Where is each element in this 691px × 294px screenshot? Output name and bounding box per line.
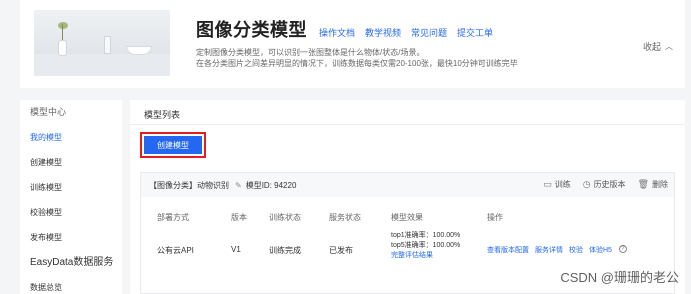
main-panel: 模型列表 创建模型 【图像分类】 动物识别 ✎ 模型ID: 94220 ▭ 训练…	[130, 100, 685, 294]
model-name: 动物识别	[197, 180, 229, 190]
chevron-up-icon: ︿	[665, 42, 673, 51]
model-type-tag: 【图像分类】	[149, 180, 197, 190]
header-banner: 图像分类模型 操作文档 教学视频 常见问题 提交工单 定制图像分类模型，可以识别…	[20, 0, 685, 88]
column-header-service-status: 服务状态	[329, 213, 361, 222]
train-action[interactable]: ▭ 训练	[543, 179, 571, 190]
watermark: CSDN @珊珊的老公	[560, 270, 679, 285]
delete-label: 删除	[652, 180, 668, 189]
train-icon: ▭	[543, 179, 552, 189]
column-header-ops: 操作	[487, 213, 503, 222]
banner-image	[34, 10, 170, 76]
sidebar-item-validate-model[interactable]: 校验模型	[20, 200, 122, 225]
history-action[interactable]: ◷ 历史版本	[583, 179, 626, 190]
sidebar-item-create-model[interactable]: 创建模型	[20, 150, 122, 175]
edit-icon[interactable]: ✎	[235, 181, 242, 190]
sidebar-item-publish-model[interactable]: 发布模型	[20, 225, 122, 250]
column-header-deploy: 部署方式	[157, 213, 189, 222]
link-faq[interactable]: 常见问题	[411, 26, 447, 39]
desc-line-2: 在各分类图片之间差异明显的情况下，训练数据每类仅需20-100张，最快10分钟可…	[196, 59, 518, 68]
divider	[130, 124, 685, 125]
cell-ops: 查看版本配置 服务详情 校验 体验H5 ?	[487, 245, 627, 255]
validate-link[interactable]: 校验	[569, 245, 583, 255]
train-label: 训练	[554, 180, 571, 189]
sidebar-item-my-models[interactable]: 我的模型	[20, 125, 122, 150]
cell-service-status: 已发布	[329, 246, 353, 255]
top5-accuracy: top5准确率：100.00%	[391, 242, 461, 249]
try-h5-link[interactable]: 体验H5	[589, 245, 612, 255]
link-docs[interactable]: 操作文档	[319, 26, 355, 39]
link-ticket[interactable]: 提交工单	[457, 26, 493, 39]
cell-deploy: 公有云API	[157, 246, 194, 255]
cell-train-status: 训练完成	[269, 246, 301, 255]
full-eval-link[interactable]: 完整评估结果	[391, 251, 460, 261]
view-version-config-link[interactable]: 查看版本配置	[487, 245, 529, 255]
service-detail-link[interactable]: 服务详情	[535, 245, 563, 255]
help-icon[interactable]: ?	[618, 245, 627, 253]
collapse-label: 收起	[642, 42, 661, 52]
sidebar-item-data-overview[interactable]: 数据总览	[20, 275, 122, 294]
top1-accuracy: top1准确率：100.00%	[391, 232, 461, 239]
banner-description: 定制图像分类模型，可以识别一张图整体是什么物体/状态/场景。 在各分类图片之间差…	[196, 47, 518, 69]
delete-action[interactable]: 🗑 删除	[638, 179, 668, 190]
link-video[interactable]: 教学视频	[365, 26, 401, 39]
sidebar-item-model-center[interactable]: 模型中心	[20, 100, 122, 125]
clock-icon: ◷	[582, 179, 591, 189]
history-label: 历史版本	[593, 180, 626, 189]
model-id: 模型ID: 94220	[245, 180, 297, 190]
page-title: 图像分类模型	[196, 20, 307, 40]
collapse-toggle[interactable]: 收起 ︿	[643, 40, 673, 53]
desc-line-1: 定制图像分类模型，可以识别一张图整体是什么物体/状态/场景。	[196, 48, 425, 57]
column-header-effect: 模型效果	[391, 213, 423, 222]
column-header-train-status: 训练状态	[269, 213, 301, 222]
card-actions: ▭ 训练 ◷ 历史版本 🗑 删除	[531, 179, 668, 190]
create-model-button[interactable]: 创建模型	[144, 136, 202, 154]
column-header-version: 版本	[231, 213, 247, 222]
cell-version: V1	[231, 245, 241, 254]
sidebar: 模型中心 我的模型 创建模型 训练模型 校验模型 发布模型 EasyData数据…	[20, 100, 122, 294]
trash-icon: 🗑	[637, 179, 649, 189]
cell-effect: top1准确率：100.00% top5准确率：100.00% 完整评估结果	[391, 231, 460, 261]
sidebar-item-easydata[interactable]: EasyData数据服务	[20, 250, 122, 275]
create-button-highlight: 创建模型	[140, 132, 206, 158]
section-title: 模型列表	[144, 110, 181, 120]
sidebar-item-train-model[interactable]: 训练模型	[20, 175, 122, 200]
